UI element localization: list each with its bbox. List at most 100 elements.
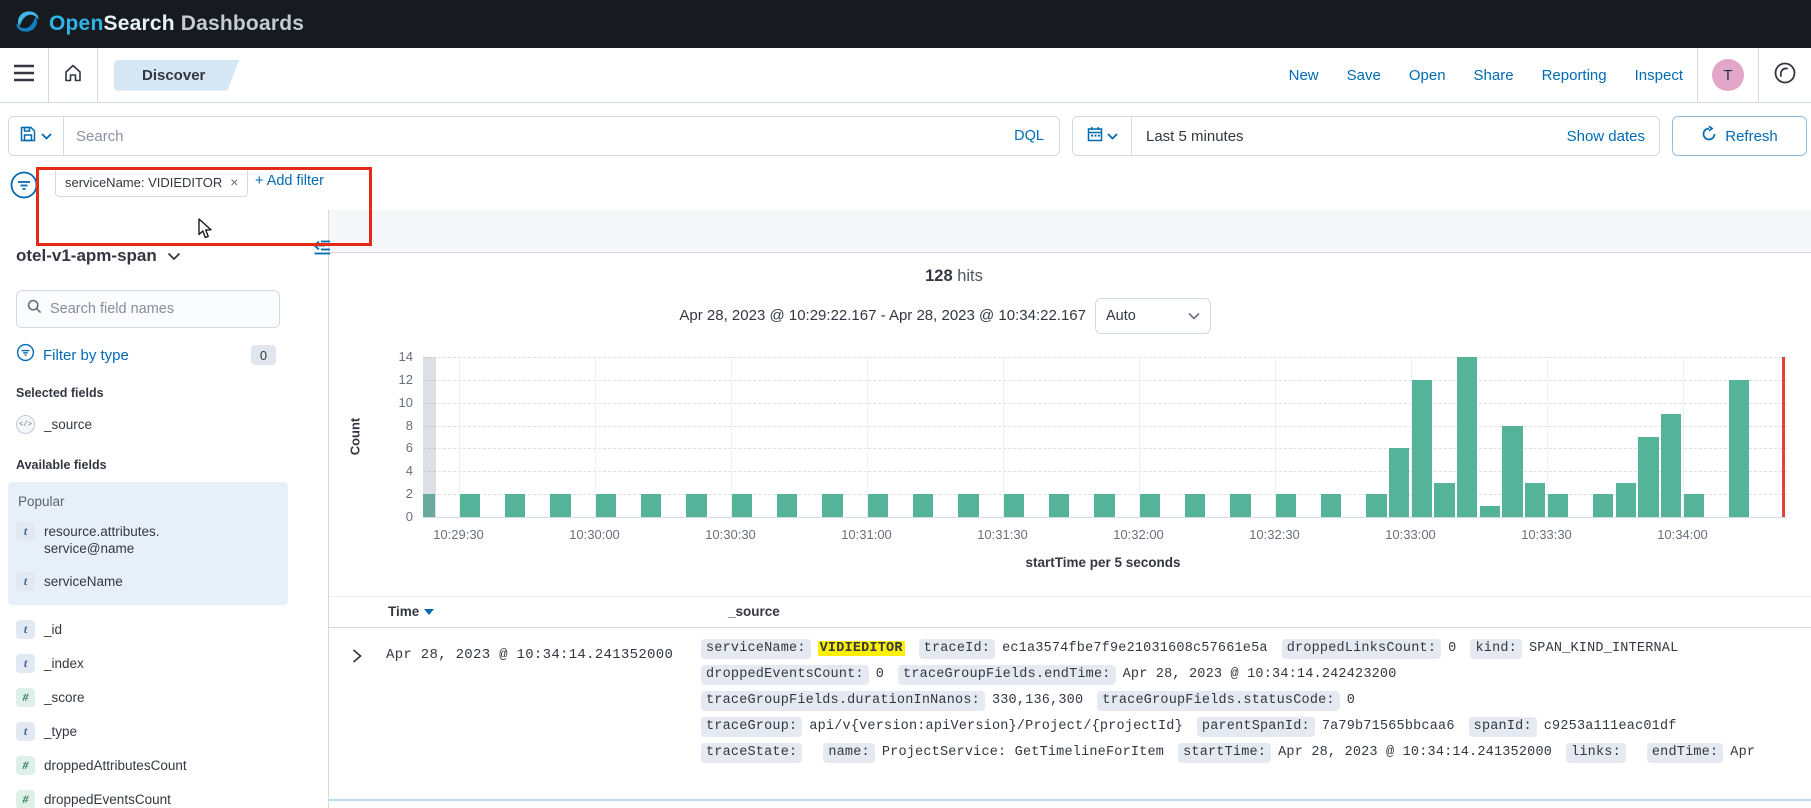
- nav-link-share[interactable]: Share: [1474, 67, 1514, 84]
- histogram-bar-10:30:30[interactable]: [732, 494, 753, 517]
- refresh-icon: [1701, 126, 1717, 146]
- source-field-key: endTime:: [1647, 743, 1723, 763]
- search-input[interactable]: Search: [64, 128, 999, 145]
- y-tick-10: 10: [373, 395, 413, 411]
- query-input[interactable]: Search DQL: [8, 116, 1060, 156]
- histogram-bar-10:29:40[interactable]: [505, 494, 526, 517]
- refresh-button[interactable]: Refresh: [1672, 116, 1807, 156]
- histogram-bar-10:31:50[interactable]: [1094, 494, 1115, 517]
- user-avatar[interactable]: T: [1712, 59, 1744, 91]
- histogram-bar-10:32:00[interactable]: [1140, 494, 1161, 517]
- filter-by-type[interactable]: Filter by type 0: [16, 343, 280, 367]
- histogram-bar-10:33:20[interactable]: [1502, 426, 1523, 517]
- histogram-bar-10:30:20[interactable]: [686, 494, 707, 517]
- histogram-bar-10:33:00[interactable]: [1412, 380, 1433, 517]
- field-name: _id: [44, 620, 62, 638]
- filter-pill-servicename[interactable]: serviceName: VIDIEDITOR ×: [55, 167, 248, 197]
- time-range-value[interactable]: Last 5 minutes: [1132, 128, 1567, 145]
- source-field-value: Apr: [1730, 745, 1755, 760]
- add-filter-button[interactable]: + Add filter: [255, 173, 324, 189]
- field-item-serviceName[interactable]: tserviceName: [16, 572, 280, 591]
- histogram-bar-10:31:20[interactable]: [958, 494, 979, 517]
- source-field-value: ProjectService: GetTimelineForItem: [882, 745, 1164, 760]
- filter-menu-icon[interactable]: [9, 170, 39, 205]
- histogram-bar-10:33:45[interactable]: [1616, 483, 1637, 517]
- y-tick-0: 0: [373, 509, 413, 525]
- field-name: droppedEventsCount: [44, 790, 171, 808]
- field-search-input[interactable]: Search field names: [16, 290, 280, 328]
- histogram-bar-10:32:30[interactable]: [1276, 494, 1297, 517]
- nav-link-open[interactable]: Open: [1409, 67, 1446, 84]
- source-field-value: 0: [1448, 641, 1456, 656]
- field-name: _source: [44, 415, 92, 433]
- breadcrumb-discover[interactable]: Discover: [114, 60, 239, 91]
- histogram-bar-10:32:40[interactable]: [1321, 494, 1342, 517]
- histogram-bar-10:30:40[interactable]: [777, 494, 798, 517]
- histogram-bar-10:33:25[interactable]: [1525, 483, 1546, 517]
- collapse-sidebar-button[interactable]: [313, 240, 332, 260]
- opensearch-logo[interactable]: OpenSearchDashboards: [14, 8, 304, 40]
- histogram-bar-10:32:20[interactable]: [1230, 494, 1251, 517]
- nav-link-save[interactable]: Save: [1347, 67, 1381, 84]
- date-picker-menu[interactable]: [1073, 117, 1132, 155]
- nav-link-reporting[interactable]: Reporting: [1542, 67, 1607, 84]
- histogram-bar-10:33:15[interactable]: [1480, 506, 1501, 517]
- date-picker[interactable]: Last 5 minutes Show dates: [1072, 116, 1660, 156]
- text-field-icon: t: [16, 654, 35, 673]
- show-dates-button[interactable]: Show dates: [1567, 128, 1659, 145]
- field-item-resource.attributes.service@name[interactable]: tresource.attributes.service@name: [16, 522, 280, 557]
- help-button[interactable]: [1759, 48, 1811, 102]
- histogram-bar-10:34:00[interactable]: [1684, 494, 1705, 517]
- histogram-bar-10:33:40[interactable]: [1593, 494, 1614, 517]
- histogram-bar-10:31:40[interactable]: [1049, 494, 1070, 517]
- source-line: traceGroup:api/v{version:apiVersion}/Pro…: [701, 714, 1807, 740]
- column-header-time[interactable]: Time: [388, 604, 434, 619]
- nav-links: New Save Open Share Reporting Inspect: [1275, 67, 1697, 84]
- home-button[interactable]: [49, 48, 97, 102]
- source-field-icon: </>: [16, 415, 35, 434]
- nav-link-new[interactable]: New: [1289, 67, 1319, 84]
- histogram-bar-10:33:50[interactable]: [1638, 437, 1659, 517]
- field-item-_source[interactable]: </> _source: [16, 415, 280, 434]
- index-pattern-selector[interactable]: otel-v1-apm-span: [16, 246, 280, 266]
- field-item-droppedEventsCount[interactable]: # droppedEventsCount: [16, 790, 280, 808]
- histogram-bar-10:33:05[interactable]: [1434, 483, 1455, 517]
- histogram-bar-10:30:00[interactable]: [596, 494, 617, 517]
- histogram-bar-10:31:30[interactable]: [1004, 494, 1025, 517]
- histogram-bar-10:34:10[interactable]: [1729, 380, 1750, 517]
- histogram-bar-10:30:10[interactable]: [641, 494, 662, 517]
- histogram-bar-10:33:55[interactable]: [1661, 414, 1682, 517]
- histogram-bar-10:31:10[interactable]: [913, 494, 934, 517]
- expand-row-icon[interactable]: [351, 648, 363, 669]
- histogram-bar-10:32:50[interactable]: [1366, 494, 1387, 517]
- x-gridline: [1003, 357, 1004, 517]
- saved-query-menu[interactable]: [9, 117, 64, 155]
- histogram-bar-10:32:55[interactable]: [1389, 448, 1410, 517]
- row-timestamp: Apr 28, 2023 @ 10:34:14.241352000: [386, 647, 673, 663]
- histogram-bar-10:29:30[interactable]: [460, 494, 481, 517]
- source-field-key: parentSpanId:: [1197, 717, 1315, 737]
- search-icon: [27, 299, 42, 319]
- source-line: droppedEventsCount:0traceGroupFields.end…: [701, 662, 1807, 688]
- histogram-bar-10:33:10[interactable]: [1457, 357, 1478, 517]
- menu-button[interactable]: [0, 48, 48, 102]
- query-language-button[interactable]: DQL: [999, 128, 1059, 144]
- field-item-_id[interactable]: t_id: [16, 620, 280, 639]
- source-line: traceState:name:ProjectService: GetTimel…: [701, 740, 1807, 766]
- remove-filter-icon[interactable]: ×: [230, 174, 238, 190]
- number-field-icon: #: [16, 790, 35, 808]
- histogram-bar-10:30:50[interactable]: [822, 494, 843, 517]
- histogram-bar-10:29:50[interactable]: [550, 494, 571, 517]
- field-item-_score[interactable]: #_score: [16, 688, 280, 707]
- nav-link-inspect[interactable]: Inspect: [1635, 67, 1683, 84]
- histogram-bar-10:33:30[interactable]: [1548, 494, 1569, 517]
- x-tick: 10:33:30: [1502, 527, 1592, 542]
- x-gridline: [595, 357, 596, 517]
- number-field-icon: #: [16, 688, 35, 707]
- field-item-droppedAttributesCount[interactable]: #droppedAttributesCount: [16, 756, 280, 775]
- field-item-_index[interactable]: t_index: [16, 654, 280, 673]
- histogram-bar-10:31:00[interactable]: [868, 494, 889, 517]
- histogram-bar-10:32:10[interactable]: [1185, 494, 1206, 517]
- text-field-icon: t: [16, 722, 35, 741]
- field-item-_type[interactable]: t_type: [16, 722, 280, 741]
